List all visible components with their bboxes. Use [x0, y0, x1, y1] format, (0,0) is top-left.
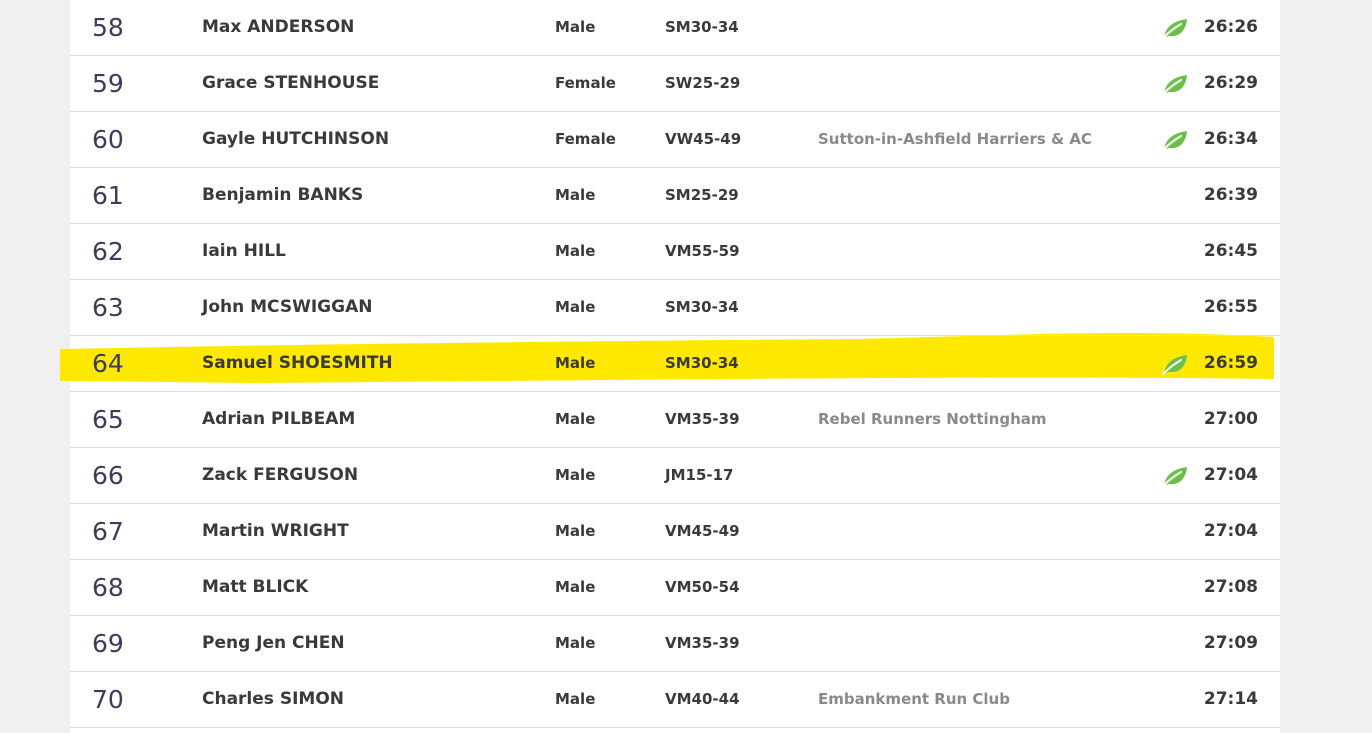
age-category: VM50-54: [665, 578, 740, 596]
runner-name[interactable]: Gayle HUTCHINSON: [202, 112, 389, 167]
result-row[interactable]: 70 Charles SIMON Male VM40-44 Embankment Run…: [70, 672, 1280, 728]
finish-time: 27:00: [1203, 409, 1258, 429]
position-number: 66: [92, 461, 124, 490]
position-number: 63: [92, 293, 124, 322]
gender-label: Male: [555, 298, 596, 316]
result-row[interactable]: 60 Gayle HUTCHINSON Female VW45-49 Sutton-in…: [70, 112, 1280, 168]
runner-name[interactable]: Martin WRIGHT: [202, 504, 349, 559]
age-category: VW45-49: [665, 130, 742, 148]
gender-label: Male: [555, 466, 596, 484]
gender-label: Male: [555, 578, 596, 596]
result-row[interactable]: 65 Adrian PILBEAM Male VM35-39 Rebel Runners…: [70, 392, 1280, 448]
finish-time: 27:04: [1203, 465, 1258, 485]
position-number: 68: [92, 573, 124, 602]
age-category: SM30-34: [665, 298, 739, 316]
leaf-icon: [1161, 72, 1189, 96]
gender-label: Female: [555, 130, 616, 148]
finish-time: 27:08: [1203, 577, 1258, 597]
runner-name[interactable]: Matt BLICK: [202, 560, 308, 615]
result-row[interactable]: 69 Peng Jen CHEN Male VM35-39 27:09: [70, 616, 1280, 672]
leaf-icon: [1161, 128, 1189, 152]
leaf-icon: [1161, 352, 1189, 376]
result-row[interactable]: 58 Max ANDERSON Male SM30-34 26:26: [70, 0, 1280, 56]
club-name[interactable]: Embankment Run Club: [818, 672, 1010, 727]
runner-name[interactable]: Peng Jen CHEN: [202, 616, 345, 671]
runner-name[interactable]: Charles SIMON: [202, 672, 344, 727]
result-row[interactable]: 62 Iain HILL Male VM55-59 26:45: [70, 224, 1280, 280]
runner-name[interactable]: Adrian PILBEAM: [202, 392, 355, 447]
runner-name[interactable]: Max ANDERSON: [202, 0, 354, 55]
result-row[interactable]: 66 Zack FERGUSON Male JM15-17 27:04: [70, 448, 1280, 504]
finish-time: 26:55: [1203, 297, 1258, 317]
finish-time: 26:59: [1203, 353, 1258, 373]
finish-time: 26:29: [1203, 73, 1258, 93]
gender-label: Male: [555, 634, 596, 652]
gender-label: Male: [555, 522, 596, 540]
club-name[interactable]: Rebel Runners Nottingham: [818, 392, 1047, 447]
finish-time: 27:04: [1203, 521, 1258, 541]
position-number: 61: [92, 181, 124, 210]
gender-label: Male: [555, 242, 596, 260]
finish-time: 26:39: [1203, 185, 1258, 205]
result-row[interactable]: 61 Benjamin BANKS Male SM25-29 26:39: [70, 168, 1280, 224]
position-number: 59: [92, 69, 124, 98]
finish-time: 27:14: [1203, 689, 1258, 709]
gender-label: Female: [555, 74, 616, 92]
finish-time: 26:45: [1203, 241, 1258, 261]
result-row[interactable]: 59 Grace STENHOUSE Female SW25-29 26:29: [70, 56, 1280, 112]
age-category: JM15-17: [665, 466, 734, 484]
result-row[interactable]: 63 John MCSWIGGAN Male SM30-34 26:55: [70, 280, 1280, 336]
runner-name[interactable]: Samuel SHOESMITH: [202, 336, 393, 391]
results-panel: 58 Max ANDERSON Male SM30-34 26:26 59 Grace ST…: [60, 0, 1280, 733]
age-category: SM30-34: [665, 354, 739, 372]
result-row[interactable]: 67 Martin WRIGHT Male VM45-49 27:04: [70, 504, 1280, 560]
age-category: SM30-34: [665, 18, 739, 36]
club-name[interactable]: Sutton-in-Ashfield Harriers & AC: [818, 112, 1092, 167]
finish-time: 27:09: [1203, 633, 1258, 653]
gender-label: Male: [555, 18, 596, 36]
runner-name[interactable]: John MCSWIGGAN: [202, 280, 372, 335]
results-table: 58 Max ANDERSON Male SM30-34 26:26 59 Grace ST…: [70, 0, 1280, 728]
runner-name[interactable]: Iain HILL: [202, 224, 286, 279]
age-category: VM35-39: [665, 634, 740, 652]
age-category: SW25-29: [665, 74, 741, 92]
age-category: VM40-44: [665, 690, 740, 708]
position-number: 65: [92, 405, 124, 434]
position-number: 64: [92, 349, 124, 378]
age-category: SM25-29: [665, 186, 739, 204]
age-category: VM35-39: [665, 410, 740, 428]
runner-name[interactable]: Grace STENHOUSE: [202, 56, 379, 111]
gender-label: Male: [555, 410, 596, 428]
age-category: VM45-49: [665, 522, 740, 540]
finish-time: 26:34: [1203, 129, 1258, 149]
gender-label: Male: [555, 354, 596, 372]
result-row[interactable]: 68 Matt BLICK Male VM50-54 27:08: [70, 560, 1280, 616]
leaf-icon: [1161, 16, 1189, 40]
position-number: 67: [92, 517, 124, 546]
leaf-icon: [1161, 464, 1189, 488]
gender-label: Male: [555, 690, 596, 708]
runner-name[interactable]: Benjamin BANKS: [202, 168, 363, 223]
position-number: 58: [92, 13, 124, 42]
runner-name[interactable]: Zack FERGUSON: [202, 448, 358, 503]
position-number: 62: [92, 237, 124, 266]
position-number: 69: [92, 629, 124, 658]
position-number: 70: [92, 685, 124, 714]
finish-time: 26:26: [1203, 17, 1258, 37]
result-row[interactable]: 64 Samuel SHOESMITH Male SM30-34 26:59: [70, 336, 1280, 392]
age-category: VM55-59: [665, 242, 740, 260]
gender-label: Male: [555, 186, 596, 204]
position-number: 60: [92, 125, 124, 154]
